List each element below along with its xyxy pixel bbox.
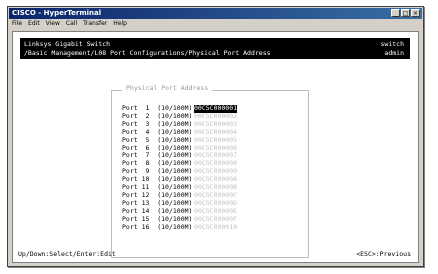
- terminal-header: Linksys Gigabit Switch /Basic Management…: [20, 38, 410, 59]
- status-bar: Up/Down:Select/Enter:Edit <ESC>:Previous: [12, 247, 417, 261]
- minimize-button[interactable]: _: [391, 9, 400, 17]
- menu-call[interactable]: Call: [66, 19, 77, 29]
- title-bar: CISCO - HyperTerminal _ □ ×: [9, 8, 422, 19]
- menu-bar: File Edit View Call Transfer Help: [9, 19, 422, 29]
- menu-edit[interactable]: Edit: [28, 19, 40, 29]
- port-label: Port 16 (10/100M): [122, 222, 193, 231]
- status-escape-hint: <ESC>:Previous: [356, 250, 411, 258]
- port-address-panel: Physical Port Address Port 1 (10/100M) 00…: [111, 84, 309, 258]
- window-controls: _ □ ×: [391, 9, 420, 17]
- menu-view[interactable]: View: [46, 19, 60, 29]
- maximize-button[interactable]: □: [401, 9, 410, 17]
- header-device: switch: [380, 40, 404, 48]
- terminal-area[interactable]: Linksys Gigabit Switch /Basic Management…: [12, 31, 419, 263]
- port-address-field[interactable]: 00C5C000010: [194, 223, 237, 232]
- menu-help[interactable]: Help: [113, 19, 127, 29]
- panel-title: Physical Port Address: [122, 84, 213, 92]
- window-title: CISCO - HyperTerminal: [12, 9, 102, 17]
- header-title: Linksys Gigabit Switch: [24, 40, 111, 48]
- port-list: Port 1 (10/100M) 00C5C000001 Port 2 (10/1…: [122, 104, 238, 232]
- status-hint: Up/Down:Select/Enter:Edit: [18, 250, 116, 258]
- header-user: admin: [384, 49, 404, 57]
- terminal-window: CISCO - HyperTerminal _ □ × File Edit Vi…: [7, 6, 424, 267]
- close-button[interactable]: ×: [411, 9, 420, 17]
- port-row[interactable]: Port 16 (10/100M) 00C5C000010: [122, 222, 237, 232]
- menu-file[interactable]: File: [12, 19, 22, 29]
- header-path: /Basic Management/L08 Port Configuration…: [24, 49, 271, 57]
- header-right: switch admin: [381, 40, 404, 58]
- menu-transfer[interactable]: Transfer: [83, 19, 107, 29]
